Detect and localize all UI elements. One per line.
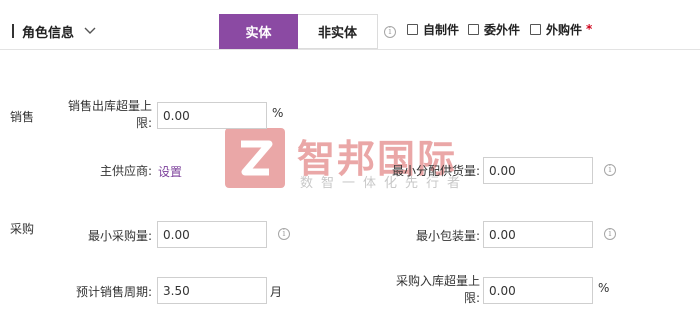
- checkbox-box[interactable]: [468, 23, 479, 35]
- section-sales: 销售: [10, 110, 35, 124]
- min-purchase-label: 最小采购量:: [87, 229, 152, 243]
- info-icon[interactable]: i: [384, 26, 396, 38]
- over-shipment-unit: %: [272, 106, 284, 120]
- min-package-label: 最小包装量:: [415, 229, 480, 243]
- info-icon[interactable]: i: [604, 228, 616, 240]
- checkbox-purchased[interactable]: 外购件 *: [530, 21, 592, 37]
- min-purchase-input[interactable]: [157, 221, 267, 248]
- tab-non-physical[interactable]: 非实体: [298, 14, 378, 49]
- main-supplier-label: 主供应商:: [99, 164, 152, 178]
- sales-period-input[interactable]: [157, 277, 267, 304]
- over-receipt-input[interactable]: [483, 277, 593, 304]
- watermark-logo: [225, 128, 285, 188]
- section-purchase: 采购: [10, 222, 35, 236]
- over-shipment-input[interactable]: [157, 102, 267, 129]
- label-line: 限:: [135, 116, 152, 130]
- min-alloc-input[interactable]: [483, 157, 593, 184]
- main-supplier-settings-link[interactable]: 设置: [158, 163, 182, 180]
- checkbox-box[interactable]: [407, 23, 418, 35]
- chevron-down-icon: [84, 25, 96, 37]
- over-shipment-label: 销售出库超量上 限:: [52, 98, 152, 132]
- label-line: 采购入库超量上: [395, 274, 480, 288]
- checkbox-outsourced[interactable]: 委外件: [468, 21, 520, 37]
- over-receipt-label: 采购入库超量上 限:: [374, 273, 480, 307]
- tab-physical[interactable]: 实体: [219, 14, 298, 49]
- checkbox-box[interactable]: [530, 23, 541, 35]
- min-alloc-label: 最小分配供货量:: [391, 164, 480, 178]
- label-line: 限:: [463, 291, 480, 305]
- checkbox-self-made[interactable]: 自制件: [407, 21, 459, 37]
- info-icon[interactable]: i: [278, 228, 290, 240]
- checkbox-label: 外购件: [546, 22, 583, 37]
- required-mark: *: [586, 22, 593, 36]
- over-receipt-unit: %: [598, 281, 610, 295]
- header-accent-bar: [12, 24, 14, 38]
- role-info-label: 角色信息: [22, 25, 75, 41]
- role-info-dropdown[interactable]: 角色信息: [12, 22, 96, 41]
- sales-period-unit: 月: [270, 285, 283, 299]
- label-line: 销售出库超量上: [67, 99, 152, 113]
- info-icon[interactable]: i: [604, 164, 616, 176]
- sales-period-label: 预计销售周期:: [75, 285, 152, 299]
- min-package-input[interactable]: [483, 221, 593, 248]
- checkbox-label: 自制件: [423, 22, 460, 37]
- checkbox-label: 委外件: [484, 22, 521, 37]
